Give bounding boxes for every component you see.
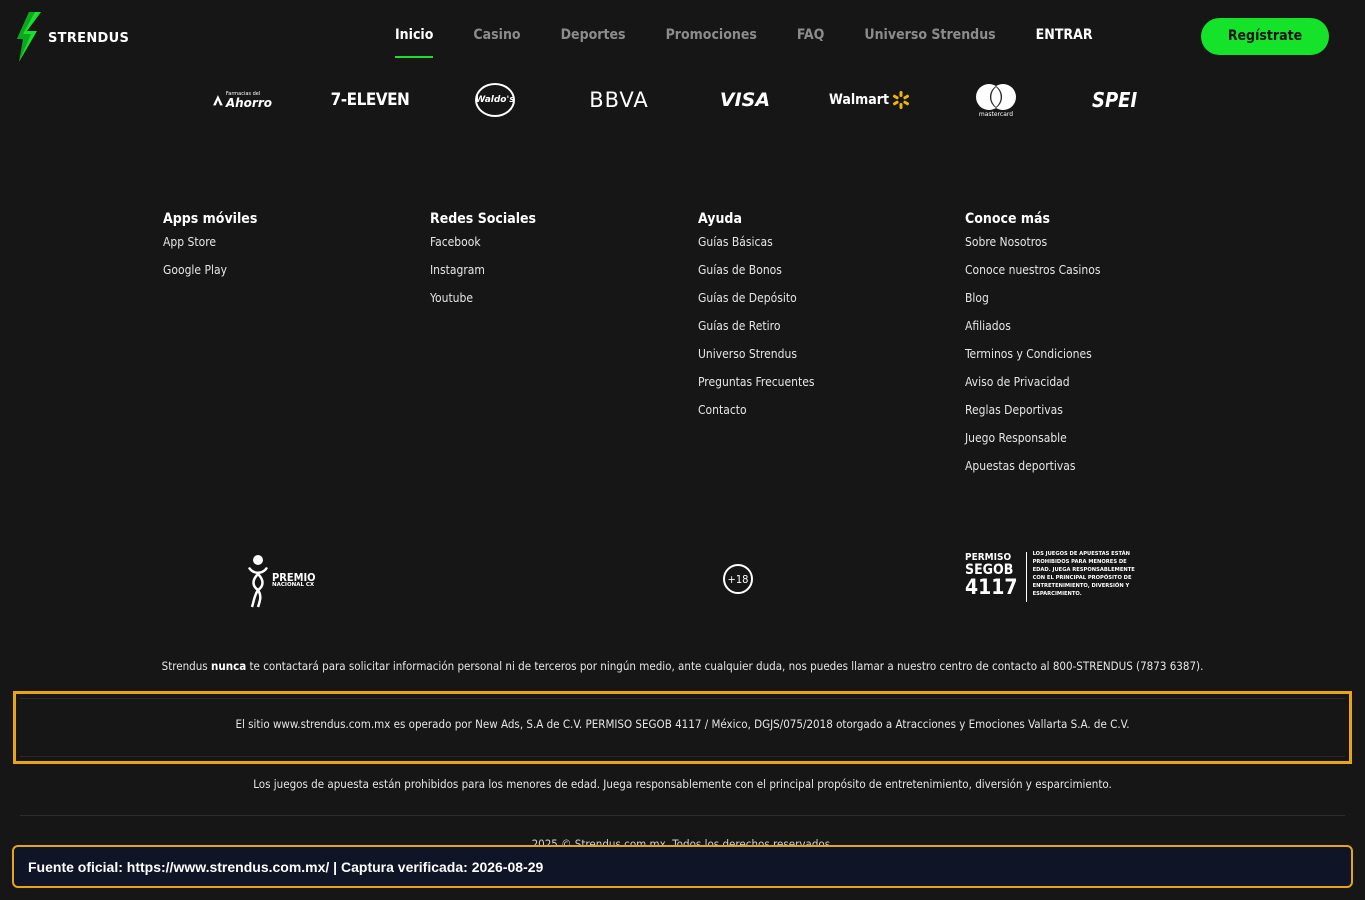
responsible-gaming-text: Los juegos de apuesta están prohibidos p…	[253, 777, 1112, 791]
waldos-text: Waldo's	[475, 83, 515, 117]
walmart-spark-icon	[893, 91, 910, 109]
footer-link-app-store[interactable]: App Store	[163, 234, 257, 262]
bbva-logo: BBVA	[589, 88, 649, 112]
footer-link-reglas-deportivas[interactable]: Reglas Deportivas	[965, 402, 1100, 430]
column-title: Ayuda	[698, 211, 742, 227]
lightning-logo-icon	[17, 12, 41, 62]
footer-divider	[20, 815, 1345, 816]
nav-faq[interactable]: FAQ	[797, 24, 824, 58]
contact-notice: Strendus nunca te contactará para solici…	[0, 659, 1365, 673]
walmart-text: Walmart	[828, 92, 890, 108]
main-nav: Inicio Casino Deportes Promociones FAQ U…	[375, 24, 1113, 58]
footer-link-guias-retiro[interactable]: Guías de Retiro	[698, 318, 814, 346]
contact-notice-prefix: Strendus	[161, 659, 211, 673]
mastercard-circles-icon	[976, 83, 1016, 110]
premio-subtext: NACIONAL CX	[272, 582, 315, 589]
column-title: Redes Sociales	[430, 211, 537, 227]
visa-logo: VISA	[719, 89, 771, 111]
walmart-logo: Walmart	[826, 80, 914, 120]
strendus-logo[interactable]: STRENDUS	[15, 12, 129, 62]
register-button[interactable]: Regístrate	[1201, 18, 1329, 55]
nav-universo-strendus[interactable]: Universo Strendus	[864, 24, 995, 58]
footer-column-help: Ayuda Guías Básicas Guías de Bonos Guías…	[698, 210, 814, 430]
operator-info-box: El sitio www.strendus.com.mx es operado …	[13, 691, 1352, 764]
footer-link-facebook[interactable]: Facebook	[430, 234, 536, 262]
footer-column-more: Conoce más Sobre Nosotros Conoce nuestro…	[965, 210, 1100, 486]
footer-link-juego-responsable[interactable]: Juego Responsable	[965, 430, 1100, 458]
footer-link-youtube[interactable]: Youtube	[430, 290, 536, 318]
seven-eleven-logo: 7-ELEVEN	[330, 90, 410, 110]
footer-link-conoce-casinos[interactable]: Conoce nuestros Casinos	[965, 262, 1100, 290]
nav-casino[interactable]: Casino	[473, 24, 520, 58]
waldos-logo: Waldo's	[473, 80, 517, 120]
nav-inicio[interactable]: Inicio	[395, 24, 434, 58]
segob-line3: 4117	[965, 575, 1018, 599]
site-header: STRENDUS Inicio Casino Deportes Promocio…	[0, 0, 1365, 72]
segob-text: LOS JUEGOS DE APUESTAS ESTÁN PROHIBIDOS …	[1032, 551, 1135, 597]
footer-link-preguntas-frecuentes[interactable]: Preguntas Frecuentes	[698, 374, 814, 402]
ahorro-text: Ahorro	[225, 95, 272, 110]
payment-methods: Farmacias del Ahorro 7-ELEVEN Waldo's BB…	[200, 80, 1160, 120]
operator-text: El sitio www.strendus.com.mx es operado …	[235, 717, 1130, 731]
footer-column-apps: Apps móviles App Store Google Play	[163, 210, 257, 290]
footer-link-instagram[interactable]: Instagram	[430, 262, 536, 290]
source-caption-bar: Fuente oficial: https://www.strendus.com…	[12, 845, 1353, 888]
footer-link-blog[interactable]: Blog	[965, 290, 1100, 318]
brand-name: STRENDUS	[48, 30, 130, 46]
footer-link-contacto[interactable]: Contacto	[698, 402, 814, 430]
spei-logo: SPEI	[1092, 88, 1138, 112]
premio-nacional-cx-badge: PREMIO NACIONAL CX	[246, 553, 321, 608]
trophy-figure-icon	[248, 554, 268, 607]
footer-link-terminos[interactable]: Terminos y Condiciones	[965, 346, 1100, 374]
footer-link-sobre-nosotros[interactable]: Sobre Nosotros	[965, 234, 1100, 262]
column-title: Apps móviles	[163, 211, 258, 227]
permiso-segob-badge: PERMISO SEGOB 4117 LOS JUEGOS DE APUESTA…	[965, 550, 1135, 606]
footer-link-apuestas-deportivas[interactable]: Apuestas deportivas	[965, 458, 1100, 486]
login-button[interactable]: ENTRAR	[1036, 24, 1093, 58]
nav-deportes[interactable]: Deportes	[561, 24, 626, 58]
footer-link-guias-deposito[interactable]: Guías de Depósito	[698, 290, 814, 318]
footer-link-universo-strendus[interactable]: Universo Strendus	[698, 346, 814, 374]
column-title: Conoce más	[965, 211, 1051, 227]
age-18-badge: +18	[723, 564, 753, 594]
farmacias-del-ahorro-logo: Farmacias del Ahorro	[212, 80, 272, 120]
source-caption-text: Fuente oficial: https://www.strendus.com…	[28, 859, 544, 875]
ahorro-a-icon	[213, 95, 223, 106]
footer-link-aviso-privacidad[interactable]: Aviso de Privacidad	[965, 374, 1100, 402]
contact-notice-bold: nunca	[210, 659, 247, 673]
segob-divider	[1025, 552, 1027, 602]
footer-link-guias-basicas[interactable]: Guías Básicas	[698, 234, 814, 262]
footer-link-afiliados[interactable]: Afiliados	[965, 318, 1100, 346]
mastercard-text: mastercard	[978, 110, 1014, 118]
mastercard-logo: mastercard	[972, 80, 1020, 120]
footer-link-google-play[interactable]: Google Play	[163, 262, 257, 290]
footer-link-guias-bonos[interactable]: Guías de Bonos	[698, 262, 814, 290]
contact-notice-suffix: te contactará para solicitar información…	[246, 659, 1204, 673]
nav-promociones[interactable]: Promociones	[666, 24, 757, 58]
footer-column-social: Redes Sociales Facebook Instagram Youtub…	[430, 210, 536, 318]
